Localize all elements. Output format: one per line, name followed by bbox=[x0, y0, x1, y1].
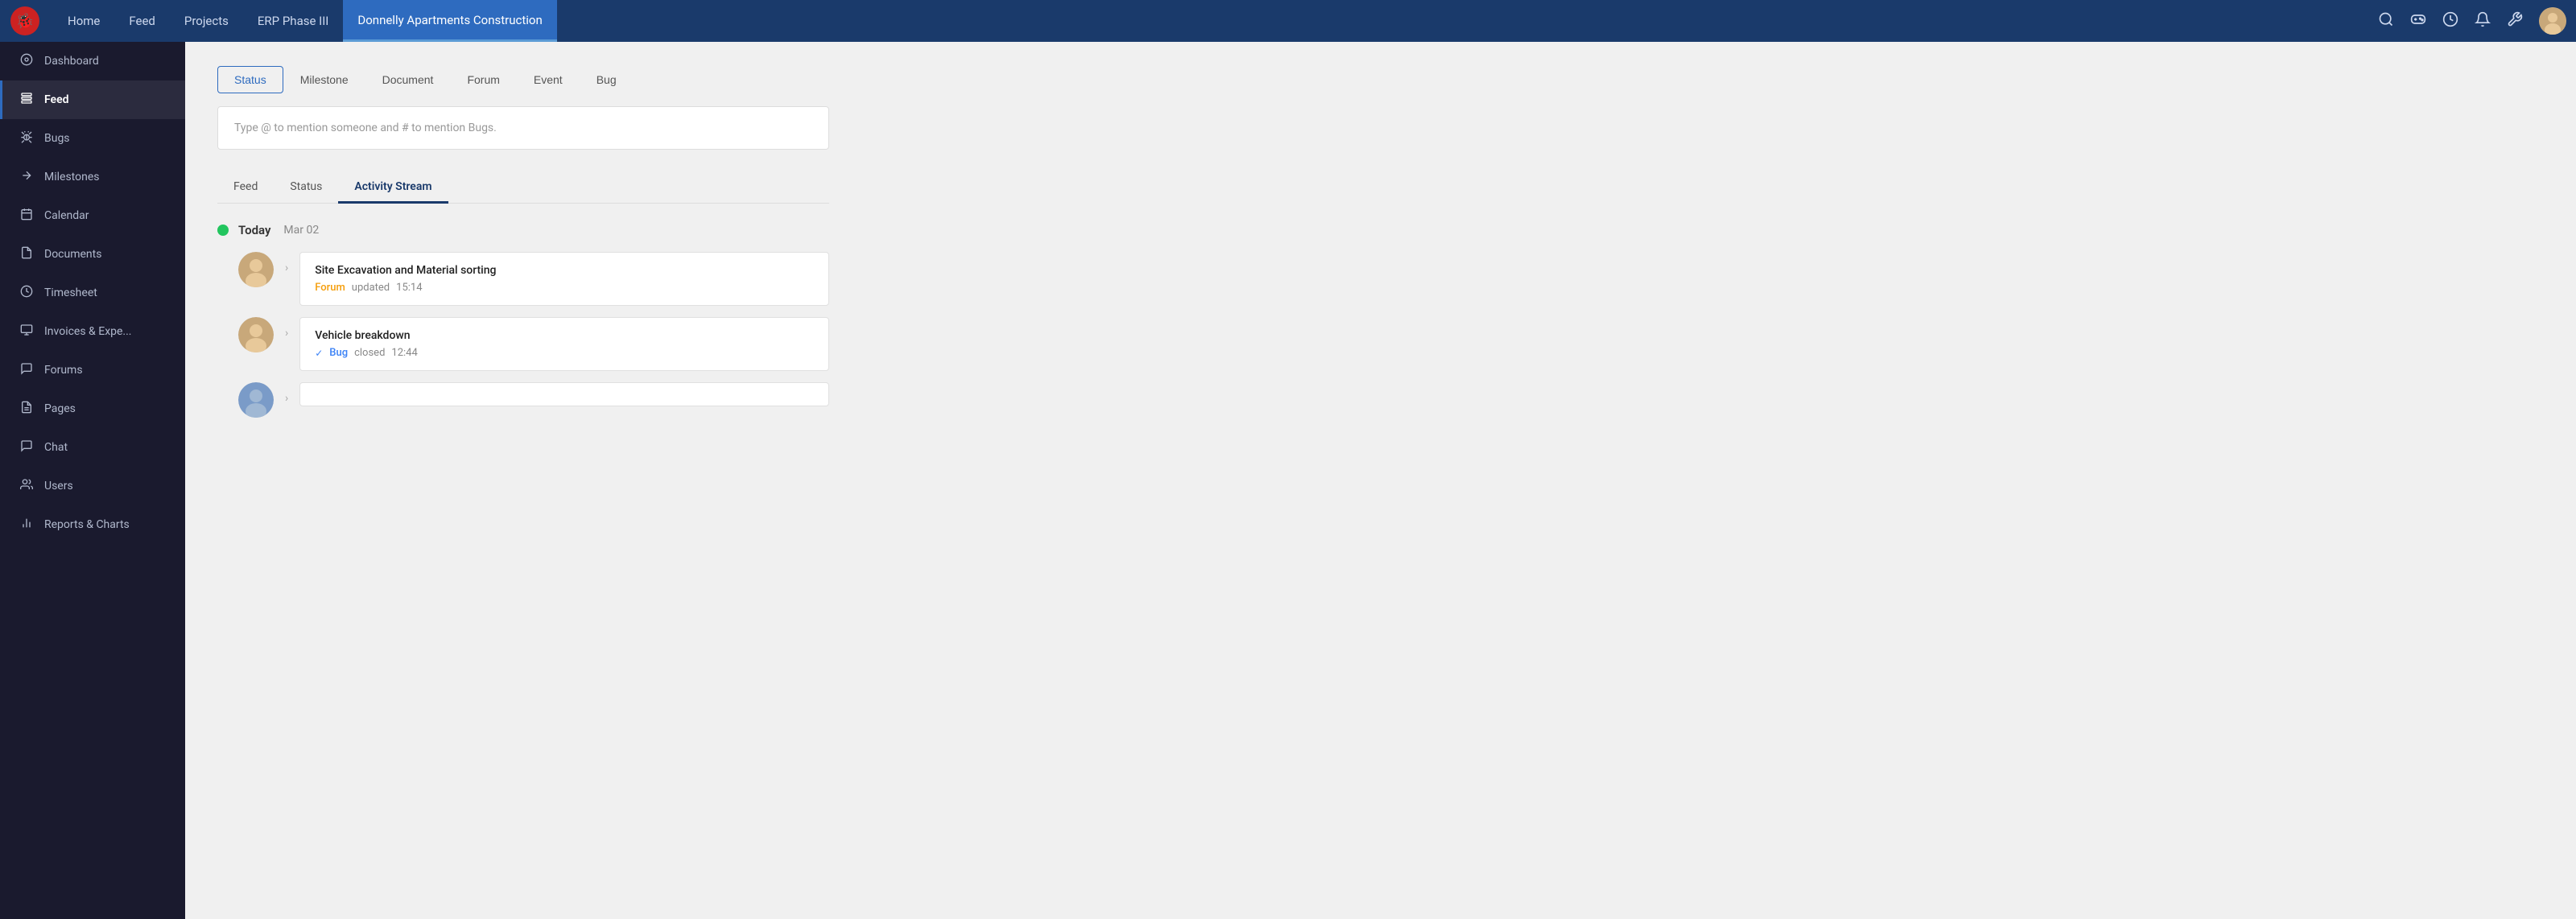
activity-tag: Forum bbox=[315, 282, 345, 294]
sidebar-item-chat[interactable]: Chat bbox=[0, 428, 185, 467]
activity-stream: Today Mar 02 › Site Excavation and Mater… bbox=[217, 223, 829, 418]
sidebar-item-reports[interactable]: Reports & Charts bbox=[0, 505, 185, 544]
users-icon bbox=[19, 478, 35, 494]
top-navigation: 🐞 Home Feed Projects ERP Phase III Donne… bbox=[0, 0, 2576, 42]
activity-action: closed bbox=[354, 347, 385, 359]
activity-title: Vehicle breakdown bbox=[315, 329, 814, 342]
invoices-icon bbox=[19, 324, 35, 340]
feed-tab-feed[interactable]: Feed bbox=[217, 172, 274, 204]
post-type-tabs: Status Milestone Document Forum Event Bu… bbox=[217, 66, 2544, 93]
nav-items: Home Feed Projects ERP Phase III Donnell… bbox=[53, 0, 557, 42]
feed-tab-status[interactable]: Status bbox=[274, 172, 338, 204]
activity-card[interactable]: Vehicle breakdown ✓ Bug closed 12:44 bbox=[299, 317, 829, 371]
sidebar-label-invoices: Invoices & Expe... bbox=[44, 325, 132, 338]
activity-date-label: Today bbox=[238, 223, 270, 237]
wrench-icon[interactable] bbox=[2507, 11, 2523, 31]
sidebar-label-bugs: Bugs bbox=[44, 132, 70, 145]
feed-icon bbox=[19, 92, 35, 108]
nav-item-home[interactable]: Home bbox=[53, 0, 114, 42]
sidebar-label-calendar: Calendar bbox=[44, 209, 89, 222]
activity-time: 15:14 bbox=[396, 282, 422, 294]
sidebar-item-dashboard[interactable]: Dashboard bbox=[0, 42, 185, 80]
activity-indicator bbox=[217, 225, 229, 236]
avatar bbox=[238, 252, 274, 287]
tab-forum[interactable]: Forum bbox=[450, 66, 516, 93]
clock-icon[interactable] bbox=[2442, 11, 2458, 31]
activity-action: updated bbox=[352, 282, 390, 294]
check-icon: ✓ bbox=[315, 348, 323, 359]
dashboard-icon bbox=[19, 53, 35, 69]
post-input[interactable]: Type @ to mention someone and # to menti… bbox=[217, 106, 829, 150]
sidebar-item-timesheet[interactable]: Timesheet bbox=[0, 274, 185, 312]
arrow-icon: › bbox=[285, 252, 288, 274]
sidebar-item-feed[interactable]: Feed bbox=[0, 80, 185, 119]
gamepad-icon[interactable] bbox=[2410, 11, 2426, 31]
sidebar-label-feed: Feed bbox=[44, 93, 69, 106]
activity-item: › Site Excavation and Material sorting F… bbox=[238, 252, 829, 306]
chat-icon bbox=[19, 439, 35, 455]
main-content: Status Milestone Document Forum Event Bu… bbox=[185, 42, 2576, 919]
avatar bbox=[238, 382, 274, 418]
nav-item-projects[interactable]: Projects bbox=[170, 0, 243, 42]
sidebar-item-invoices[interactable]: Invoices & Expe... bbox=[0, 312, 185, 351]
sidebar-label-forums: Forums bbox=[44, 364, 83, 377]
sidebar-label-dashboard: Dashboard bbox=[44, 55, 99, 68]
timesheet-icon bbox=[19, 285, 35, 301]
activity-item: › Vehicle breakdown ✓ Bug closed 12:44 bbox=[238, 317, 829, 371]
sidebar-label-timesheet: Timesheet bbox=[44, 286, 97, 299]
arrow-icon: › bbox=[285, 382, 288, 405]
sidebar-item-pages[interactable]: Pages bbox=[0, 389, 185, 428]
sidebar-item-documents[interactable]: Documents bbox=[0, 235, 185, 274]
app-layout: Dashboard Feed Bugs Milestones Calendar bbox=[0, 42, 2576, 919]
sidebar-label-pages: Pages bbox=[44, 402, 76, 415]
avatar bbox=[238, 317, 274, 352]
activity-tag: Bug bbox=[329, 347, 348, 359]
user-avatar[interactable] bbox=[2539, 7, 2566, 35]
nav-item-project[interactable]: Donnelly Apartments Construction bbox=[343, 0, 556, 42]
feed-view-tabs: Feed Status Activity Stream bbox=[217, 172, 829, 204]
activity-item: › bbox=[238, 382, 829, 418]
documents-icon bbox=[19, 246, 35, 262]
calendar-icon bbox=[19, 208, 35, 224]
svg-text:🐞: 🐞 bbox=[16, 12, 34, 30]
nav-icons bbox=[2378, 7, 2566, 35]
sidebar-item-users[interactable]: Users bbox=[0, 467, 185, 505]
sidebar-label-chat: Chat bbox=[44, 441, 68, 454]
bugs-icon bbox=[19, 130, 35, 146]
search-icon[interactable] bbox=[2378, 11, 2394, 31]
sidebar-item-forums[interactable]: Forums bbox=[0, 351, 185, 389]
activity-meta: Forum updated 15:14 bbox=[315, 282, 814, 294]
arrow-icon: › bbox=[285, 317, 288, 340]
nav-item-feed[interactable]: Feed bbox=[114, 0, 170, 42]
app-logo[interactable]: 🐞 bbox=[10, 6, 40, 36]
milestones-icon bbox=[19, 169, 35, 185]
feed-tab-activity[interactable]: Activity Stream bbox=[338, 172, 448, 204]
tab-status[interactable]: Status bbox=[217, 66, 283, 93]
tab-bug[interactable]: Bug bbox=[580, 66, 634, 93]
activity-title: Site Excavation and Material sorting bbox=[315, 264, 814, 277]
activity-meta: ✓ Bug closed 12:44 bbox=[315, 347, 814, 359]
sidebar-item-milestones[interactable]: Milestones bbox=[0, 158, 185, 196]
sidebar-item-calendar[interactable]: Calendar bbox=[0, 196, 185, 235]
activity-card[interactable]: Site Excavation and Material sorting For… bbox=[299, 252, 829, 306]
activity-card[interactable] bbox=[299, 382, 829, 406]
tab-document[interactable]: Document bbox=[365, 66, 451, 93]
activity-date-sub: Mar 02 bbox=[283, 224, 319, 237]
sidebar-label-documents: Documents bbox=[44, 248, 101, 261]
sidebar-item-bugs[interactable]: Bugs bbox=[0, 119, 185, 158]
tab-event[interactable]: Event bbox=[517, 66, 580, 93]
nav-item-erp[interactable]: ERP Phase III bbox=[243, 0, 344, 42]
forums-icon bbox=[19, 362, 35, 378]
pages-icon bbox=[19, 401, 35, 417]
tab-milestone[interactable]: Milestone bbox=[283, 66, 365, 93]
activity-time: 12:44 bbox=[391, 347, 417, 359]
sidebar-label-users: Users bbox=[44, 480, 73, 492]
bell-icon[interactable] bbox=[2475, 11, 2491, 31]
sidebar-label-milestones: Milestones bbox=[44, 171, 100, 183]
sidebar: Dashboard Feed Bugs Milestones Calendar bbox=[0, 42, 185, 919]
activity-date-row: Today Mar 02 bbox=[217, 223, 829, 237]
sidebar-label-reports: Reports & Charts bbox=[44, 518, 130, 531]
reports-icon bbox=[19, 517, 35, 533]
